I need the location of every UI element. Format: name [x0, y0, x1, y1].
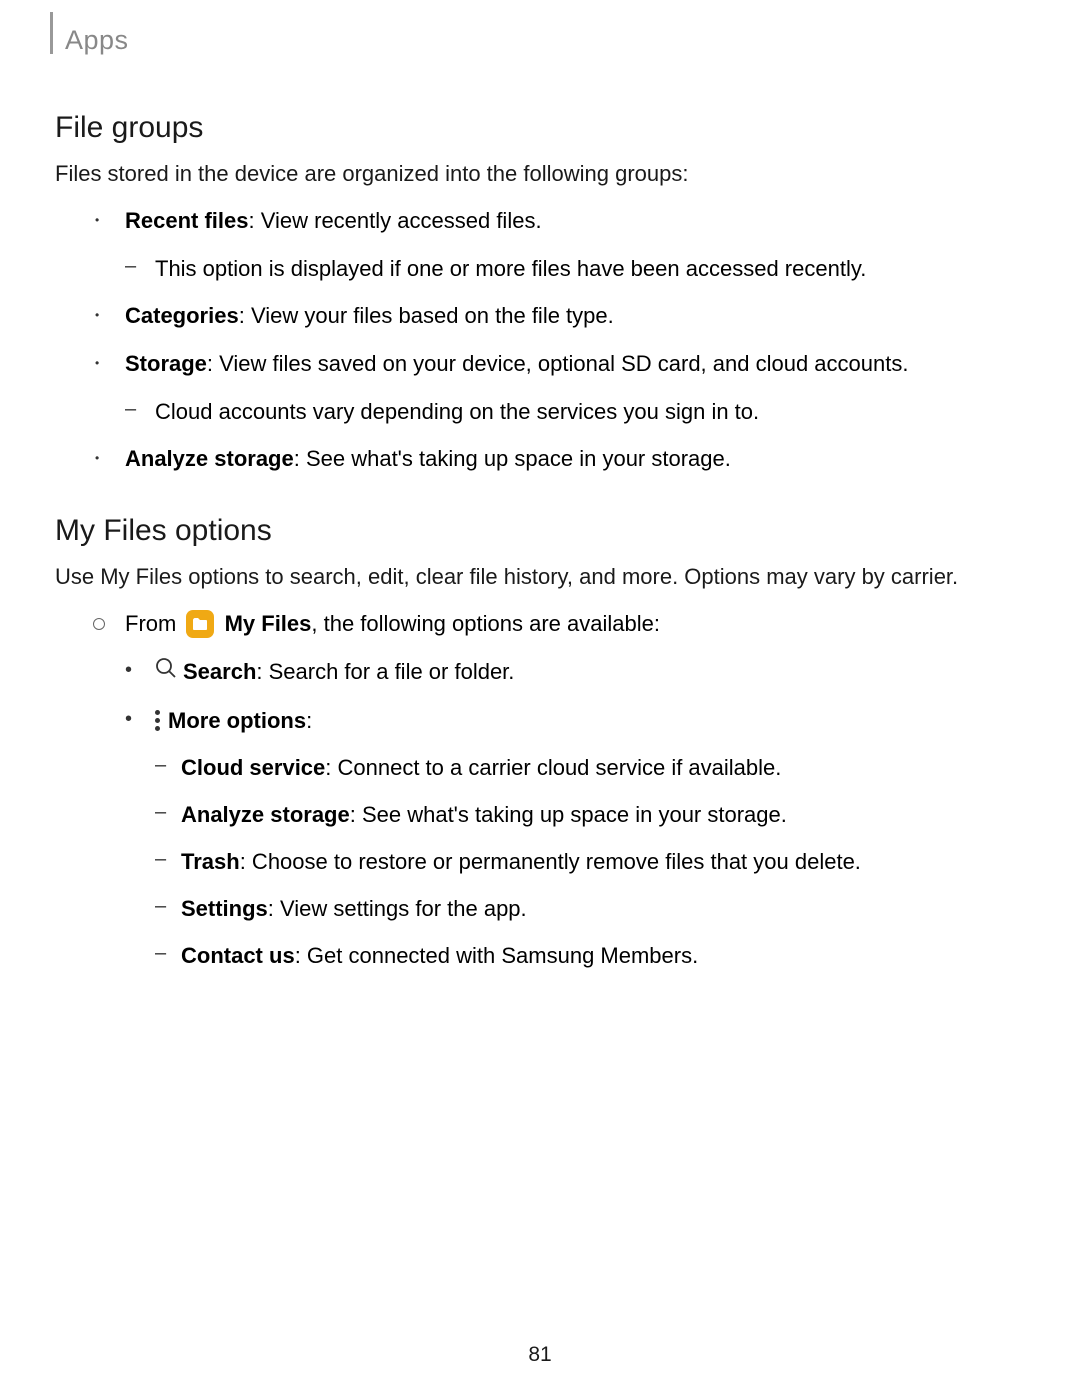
list-item: Analyze storage: See what's taking up sp…	[95, 442, 1025, 476]
sub-label: Trash	[181, 849, 240, 874]
header-rule	[50, 12, 53, 54]
sub-label: Contact us	[181, 943, 295, 968]
sub-desc: : Choose to restore or permanently remov…	[240, 849, 861, 874]
sub-list: This option is displayed if one or more …	[125, 252, 1025, 285]
sub-label: Analyze storage	[181, 802, 350, 827]
item-desc: : View your files based on the file type…	[239, 303, 614, 328]
list-item: Recent files: View recently accessed fil…	[95, 204, 1025, 285]
more-options-sublist: Cloud service: Connect to a carrier clou…	[155, 751, 1025, 972]
list-item: Categories: View your files based on the…	[95, 299, 1025, 333]
option-desc: :	[306, 708, 312, 733]
sub-desc: : Connect to a carrier cloud service if …	[325, 755, 781, 780]
sub-label: Settings	[181, 896, 268, 921]
options-list: Search: Search for a file or folder. Mor…	[125, 655, 1025, 972]
sub-desc: : Get connected with Samsung Members.	[295, 943, 699, 968]
heading-myfiles-options: My Files options	[55, 514, 1025, 548]
sub-desc: : View settings for the app.	[268, 896, 527, 921]
breadcrumb-section: Apps	[65, 25, 1025, 56]
folder-icon	[186, 610, 214, 638]
option-label: More options	[168, 708, 306, 733]
sub-option: Cloud service: Connect to a carrier clou…	[155, 751, 1025, 784]
intro-file-groups: Files stored in the device are organized…	[55, 157, 1025, 190]
page-number: 81	[528, 1343, 551, 1367]
sub-option: Contact us: Get connected with Samsung M…	[155, 939, 1025, 972]
item-desc: : View recently accessed files.	[249, 208, 542, 233]
item-desc: : View files saved on your device, optio…	[207, 351, 909, 376]
sub-list: Cloud accounts vary depending on the ser…	[125, 395, 1025, 428]
search-icon	[155, 655, 177, 688]
list-myfiles-from: From My Files, the following options are…	[95, 607, 1025, 972]
sub-label: Cloud service	[181, 755, 325, 780]
from-prefix: From	[125, 611, 182, 636]
item-desc: : See what's taking up space in your sto…	[294, 446, 731, 471]
list-item-from: From My Files, the following options are…	[95, 607, 1025, 972]
list-item: Storage: View files saved on your device…	[95, 347, 1025, 428]
option-label: Search	[183, 659, 256, 684]
item-label: Analyze storage	[125, 446, 294, 471]
item-label: Storage	[125, 351, 207, 376]
option-item: Search: Search for a file or folder.	[125, 655, 1025, 690]
sub-option: Trash: Choose to restore or permanently …	[155, 845, 1025, 878]
more-options-icon	[155, 710, 160, 731]
sub-item: Cloud accounts vary depending on the ser…	[125, 395, 1025, 428]
sub-option: Settings: View settings for the app.	[155, 892, 1025, 925]
sub-option: Analyze storage: See what's taking up sp…	[155, 798, 1025, 831]
heading-file-groups: File groups	[55, 111, 1025, 145]
list-file-groups: Recent files: View recently accessed fil…	[95, 204, 1025, 476]
sub-desc: : See what's taking up space in your sto…	[350, 802, 787, 827]
from-suffix: , the following options are available:	[311, 611, 660, 636]
option-item: More options: Cloud service: Connect to …	[125, 704, 1025, 972]
intro-myfiles-options: Use My Files options to search, edit, cl…	[55, 560, 1025, 593]
item-label: Recent files	[125, 208, 249, 233]
from-app: My Files	[225, 611, 312, 636]
sub-item: This option is displayed if one or more …	[125, 252, 1025, 285]
option-desc: : Search for a file or folder.	[256, 659, 514, 684]
item-label: Categories	[125, 303, 239, 328]
